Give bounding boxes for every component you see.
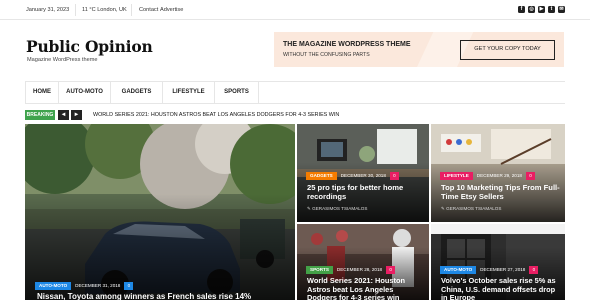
mail-icon[interactable]: ✉ — [558, 6, 565, 13]
weather-info: 11 °C London, UK — [82, 7, 127, 13]
nav-item-lifestyle[interactable]: LIFESTYLE — [163, 82, 215, 103]
current-date: January 31, 2023 — [26, 7, 70, 13]
site-logo[interactable]: Public Opinion — [26, 37, 153, 56]
prev-arrow-icon[interactable]: ◄ — [58, 110, 69, 120]
post-meta: SPORTS DECEMBER 28, 2018 0 — [306, 266, 396, 274]
post-date: DECEMBER 27, 2018 — [480, 267, 526, 272]
post-author: ✎ GERASIMOS TSIAMALOS — [307, 206, 368, 211]
featured-post-auto[interactable]: AUTO-MOTO DECEMBER 27, 2018 0 Volvo's Oc… — [431, 224, 565, 300]
site-tagline: Magazine WordPress theme — [27, 57, 98, 63]
category-badge[interactable]: AUTO-MOTO — [35, 282, 72, 290]
ad-subtitle: WITHOUT THE CONFUSING PARTS — [283, 52, 370, 58]
post-date: DECEMBER 31, 2018 — [75, 283, 121, 288]
author-name[interactable]: GERASIMOS TSIAMALOS — [312, 206, 367, 211]
social-links: f ◎ ▶ t ✉ — [518, 6, 565, 13]
post-meta: AUTO-MOTO DECEMBER 31, 2018 0 — [35, 282, 134, 290]
nav-item-home[interactable]: HOME — [25, 82, 59, 103]
comment-count[interactable]: 0 — [525, 172, 535, 180]
post-title[interactable]: Volvo's October sales rise 5% as China, … — [441, 276, 561, 300]
post-date: DECEMBER 30, 2018 — [340, 173, 386, 178]
breaking-label: BREAKING — [25, 110, 55, 120]
category-badge[interactable]: LIFESTYLE — [440, 172, 473, 180]
post-meta: GADGETS DECEMBER 30, 2018 0 — [306, 172, 399, 180]
divider — [75, 4, 76, 16]
category-badge[interactable]: AUTO-MOTO — [440, 266, 477, 274]
breaking-headline[interactable]: WORLD SERIES 2021: HOUSTON ASTROS BEAT L… — [93, 112, 339, 118]
advertise-link[interactable]: Advertise — [160, 7, 183, 13]
contact-link[interactable]: Contact — [139, 7, 158, 13]
featured-post-lifestyle[interactable]: LIFESTYLE DECEMBER 29, 2018 0 Top 10 Mar… — [431, 124, 565, 222]
post-date: DECEMBER 29, 2018 — [476, 173, 522, 178]
comment-count[interactable]: 0 — [529, 266, 539, 274]
featured-post-main[interactable]: AUTO-MOTO DECEMBER 31, 2018 0 Nissan, To… — [25, 124, 295, 300]
comment-count[interactable]: 0 — [124, 282, 134, 290]
nav-item-gadgets[interactable]: GADGETS — [111, 82, 163, 103]
instagram-icon[interactable]: ◎ — [528, 6, 535, 13]
facebook-icon[interactable]: f — [518, 6, 525, 13]
featured-post-gadgets[interactable]: GADGETS DECEMBER 30, 2018 0 25 pro tips … — [297, 124, 429, 222]
youtube-icon[interactable]: ▶ — [538, 6, 545, 13]
comment-count[interactable]: 0 — [389, 172, 399, 180]
post-meta: LIFESTYLE DECEMBER 29, 2018 0 — [440, 172, 535, 180]
author-name[interactable]: GERASIMOS TSIAMALOS — [446, 206, 501, 211]
comment-count[interactable]: 0 — [386, 266, 396, 274]
divider — [131, 4, 132, 16]
post-title[interactable]: 25 pro tips for better home recordings — [307, 183, 422, 202]
get-copy-button[interactable]: GET YOUR COPY TODAY — [460, 40, 555, 60]
post-title[interactable]: World Series 2021: Houston Astros beat L… — [307, 276, 425, 300]
featured-post-sports[interactable]: SPORTS DECEMBER 28, 2018 0 World Series … — [297, 224, 429, 300]
post-title[interactable]: Top 10 Marketing Tips From Full-Time Ets… — [441, 183, 561, 202]
nav-item-auto-moto[interactable]: AUTO-MOTO — [59, 82, 111, 103]
nav-item-sports[interactable]: SPORTS — [215, 82, 259, 103]
post-author: ✎ GERASIMOS TSIAMALOS — [441, 206, 502, 211]
ad-title: THE MAGAZINE WORDPRESS THEME — [283, 41, 411, 48]
post-meta: AUTO-MOTO DECEMBER 27, 2018 0 — [440, 266, 539, 274]
next-arrow-icon[interactable]: ► — [71, 110, 82, 120]
main-nav: HOME AUTO-MOTO GADGETS LIFESTYLE SPORTS — [25, 81, 565, 104]
twitter-icon[interactable]: t — [548, 6, 555, 13]
top-bar: January 31, 2023 11 °C London, UK Contac… — [0, 0, 590, 20]
post-date: DECEMBER 28, 2018 — [336, 267, 383, 272]
post-title[interactable]: Nissan, Toyota among winners as French s… — [37, 292, 287, 300]
category-badge[interactable]: GADGETS — [306, 172, 337, 180]
ad-banner[interactable]: THE MAGAZINE WORDPRESS THEME WITHOUT THE… — [274, 32, 564, 67]
category-badge[interactable]: SPORTS — [306, 266, 333, 274]
